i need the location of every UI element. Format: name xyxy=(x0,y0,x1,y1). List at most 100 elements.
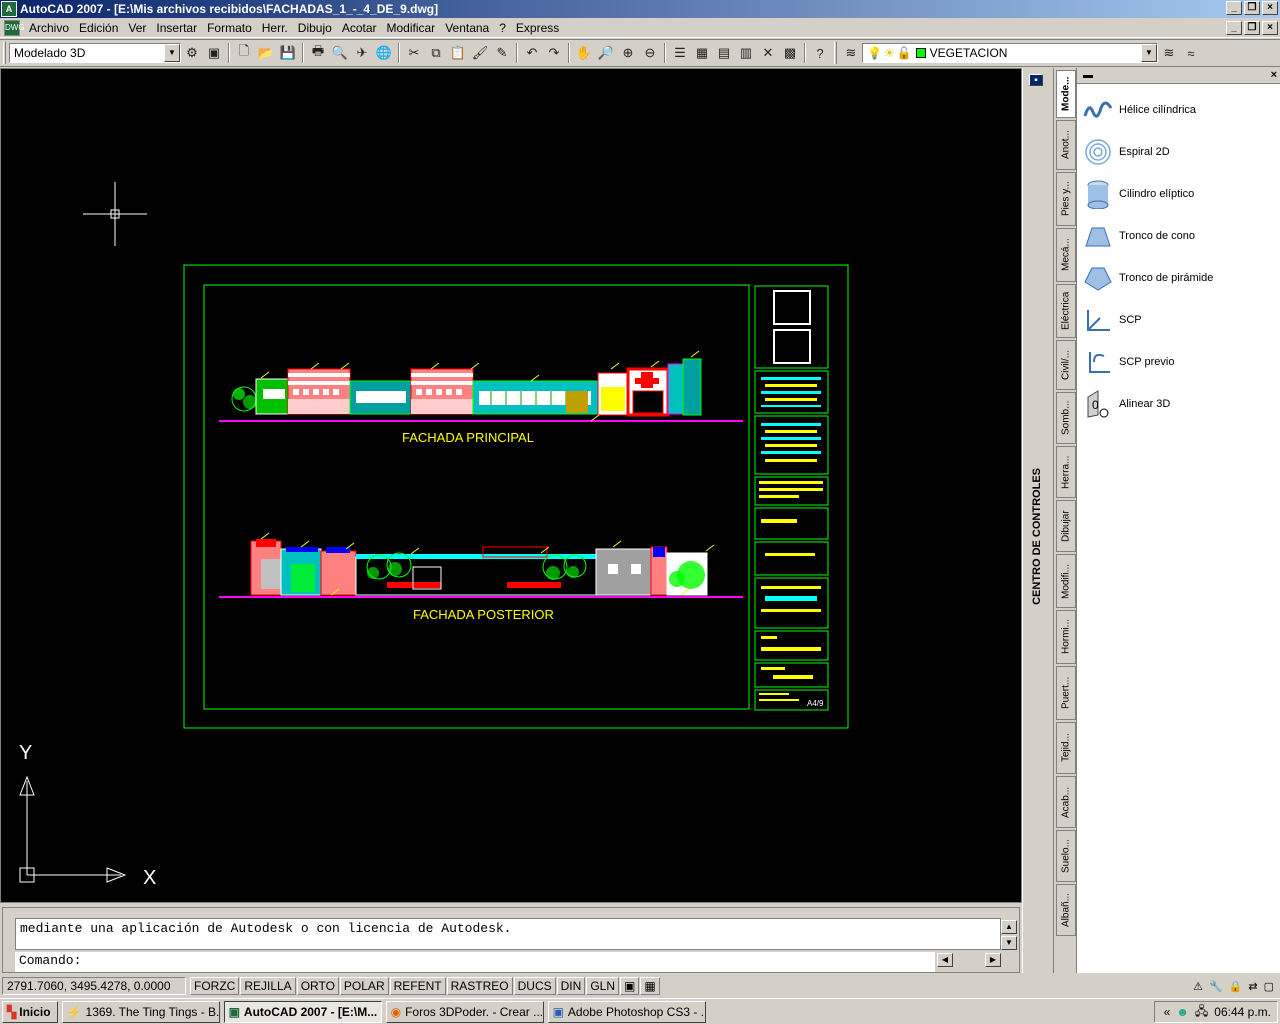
tab-hormigon[interactable]: Hormi... xyxy=(1056,610,1076,664)
help-icon[interactable]: ? xyxy=(809,42,831,64)
tab-acabados[interactable]: Acab... xyxy=(1056,776,1076,828)
publish-web-icon[interactable]: 🌐 xyxy=(373,42,395,64)
tab-albanileria[interactable]: Albañ... xyxy=(1056,884,1076,936)
tab-modificar[interactable]: Modifi... xyxy=(1056,554,1076,608)
publish-icon[interactable]: ✈ xyxy=(351,42,373,64)
autocad-app-icon[interactable]: A xyxy=(1,1,17,17)
match-properties-icon[interactable]: 🖌 xyxy=(469,42,491,64)
toggle-ducs[interactable]: DUCS xyxy=(513,977,556,995)
print-icon[interactable]: 🖶 xyxy=(307,42,329,64)
toggle-polar[interactable]: POLAR xyxy=(339,977,389,995)
close-icon[interactable]: × xyxy=(1271,69,1277,81)
model-space-icon[interactable]: ▣ xyxy=(620,977,640,995)
menu-ver[interactable]: Ver xyxy=(123,21,151,35)
tab-mecanica[interactable]: Mecá... xyxy=(1056,228,1076,282)
open-folder-icon[interactable]: 📂 xyxy=(255,42,277,64)
palette-item-ucs-previous[interactable]: SCP previo xyxy=(1083,345,1174,379)
tab-electrica[interactable]: Eléctrica xyxy=(1056,284,1076,338)
toggle-refent[interactable]: REFENT xyxy=(389,977,446,995)
workspace-settings-icon[interactable]: ⚙ xyxy=(181,42,203,64)
panel-menu-icon[interactable]: ▪ xyxy=(1029,74,1043,86)
menu-archivo[interactable]: Archivo xyxy=(24,21,74,35)
task-music[interactable]: ⚡ 1369. The Ting Tings - B... xyxy=(61,1000,220,1023)
doc-minimize-button[interactable]: _ xyxy=(1226,21,1242,35)
toolbar-grip[interactable] xyxy=(3,42,6,64)
command-input[interactable]: Comando: xyxy=(15,952,935,972)
menu-help[interactable]: ? xyxy=(494,21,511,35)
toolbar-grip[interactable] xyxy=(834,42,837,64)
menu-express[interactable]: Express xyxy=(511,21,564,35)
toggle-orto[interactable]: ORTO xyxy=(296,977,339,995)
scroll-down-icon[interactable]: ▼ xyxy=(1001,936,1017,950)
toggle-forzc[interactable]: FORZC xyxy=(190,977,240,995)
markup-icon[interactable]: ✕ xyxy=(757,42,779,64)
doc-restore-button[interactable]: ❐ xyxy=(1244,21,1260,35)
start-button[interactable]: ▚ Inicio xyxy=(2,1000,58,1023)
palette-menu-icon[interactable]: ▬ xyxy=(1083,70,1093,81)
tools-icon[interactable]: 🔧 xyxy=(1209,980,1223,993)
tab-herramientas[interactable]: Herra... xyxy=(1056,446,1076,498)
properties-icon[interactable]: ☰ xyxy=(669,42,691,64)
palette-item-helix[interactable]: Hélice cilíndrica xyxy=(1083,93,1196,127)
document-icon[interactable]: DWG xyxy=(4,19,25,36)
clock[interactable]: 06:44 p.m. xyxy=(1214,1005,1271,1019)
task-photoshop[interactable]: ▣ Adobe Photoshop CS3 - ... xyxy=(547,1000,706,1023)
palette-item-align-3d[interactable]: 0 Alinear 3D xyxy=(1083,387,1170,421)
sheet-set-icon[interactable]: ▥ xyxy=(735,42,757,64)
redo-icon[interactable]: ↷ xyxy=(543,42,565,64)
toggle-gln[interactable]: GLN xyxy=(586,977,619,995)
palette-item-spiral[interactable]: Espiral 2D xyxy=(1083,135,1170,169)
menu-dibujo[interactable]: Dibujo xyxy=(293,21,337,35)
toggle-rejilla[interactable]: REJILLA xyxy=(240,977,296,995)
calculator-icon[interactable]: ▩ xyxy=(779,42,801,64)
minimize-button[interactable]: _ xyxy=(1226,1,1242,15)
design-center-icon[interactable]: ▦ xyxy=(691,42,713,64)
task-firefox[interactable]: ◉ Foros 3DPoder. - Crear ... xyxy=(385,1000,544,1023)
zoom-realtime-icon[interactable]: 🔎 xyxy=(595,42,617,64)
save-workspace-icon[interactable]: ▣ xyxy=(203,42,225,64)
menu-ventana[interactable]: Ventana xyxy=(440,21,494,35)
palette-header[interactable]: ▬ × xyxy=(1077,68,1280,84)
tray-expand-icon[interactable]: « xyxy=(1164,1005,1171,1019)
menu-herr[interactable]: Herr. xyxy=(257,21,293,35)
scroll-right-icon[interactable]: ▶ xyxy=(985,953,1001,967)
tab-civil[interactable]: Civil/... xyxy=(1056,340,1076,390)
tab-puertas[interactable]: Puert... xyxy=(1056,666,1076,720)
chevron-down-icon[interactable]: ▼ xyxy=(1141,44,1157,62)
new-file-icon[interactable]: 🗋 xyxy=(233,42,255,64)
tab-anotacion[interactable]: Anot... xyxy=(1056,120,1076,170)
tab-tejidos[interactable]: Tejid... xyxy=(1056,722,1076,774)
warning-icon[interactable]: ⚠ xyxy=(1193,980,1203,993)
scroll-left-icon[interactable]: ◀ xyxy=(937,953,953,967)
restore-button[interactable]: ❐ xyxy=(1244,1,1260,15)
zoom-window-icon[interactable]: ⊕ xyxy=(617,42,639,64)
block-editor-icon[interactable]: ✎ xyxy=(491,42,513,64)
undo-icon[interactable]: ↶ xyxy=(521,42,543,64)
scroll-up-icon[interactable]: ▲ xyxy=(1001,920,1017,934)
make-layer-current-icon[interactable]: ≋ xyxy=(1158,42,1180,64)
layer-on-icon[interactable]: 💡 xyxy=(867,46,882,60)
save-icon[interactable]: 💾 xyxy=(277,42,299,64)
print-preview-icon[interactable]: 🔍 xyxy=(329,42,351,64)
task-autocad[interactable]: ▣ AutoCAD 2007 - [E:\M... xyxy=(223,1000,382,1023)
paste-icon[interactable]: 📋 xyxy=(447,42,469,64)
tool-palettes-icon[interactable]: ▤ xyxy=(713,42,735,64)
close-button[interactable]: × xyxy=(1262,1,1278,15)
design-center-panel[interactable]: ▪ CENTRO DE CONTROLES xyxy=(1022,68,1053,973)
lock-icon[interactable]: 🔒 xyxy=(1229,980,1243,993)
layer-lock-icon[interactable]: 🔓 xyxy=(897,46,912,60)
toggle-din[interactable]: DIN xyxy=(556,977,586,995)
menu-edicion[interactable]: Edición xyxy=(74,21,123,35)
menu-formato[interactable]: Formato xyxy=(202,21,257,35)
palette-item-cone-frustum[interactable]: Tronco de cono xyxy=(1083,219,1195,253)
tab-modelado[interactable]: Mode... xyxy=(1056,70,1076,118)
coordinates-display[interactable]: 2791.7060, 3495.4278, 0.0000 xyxy=(2,977,186,995)
palette-item-elliptic-cylinder[interactable]: Cilindro elíptico xyxy=(1083,177,1194,211)
layer-dropdown[interactable]: 💡 ☀ 🔓 VEGETACION ▼ xyxy=(862,43,1158,63)
layer-freeze-icon[interactable]: ☀ xyxy=(884,46,895,60)
menu-acotar[interactable]: Acotar xyxy=(337,21,382,35)
cut-icon[interactable]: ✂ xyxy=(403,42,425,64)
tab-pies[interactable]: Pies y... xyxy=(1056,172,1076,226)
menu-insertar[interactable]: Insertar xyxy=(151,21,202,35)
tab-suelos[interactable]: Suelo... xyxy=(1056,830,1076,882)
